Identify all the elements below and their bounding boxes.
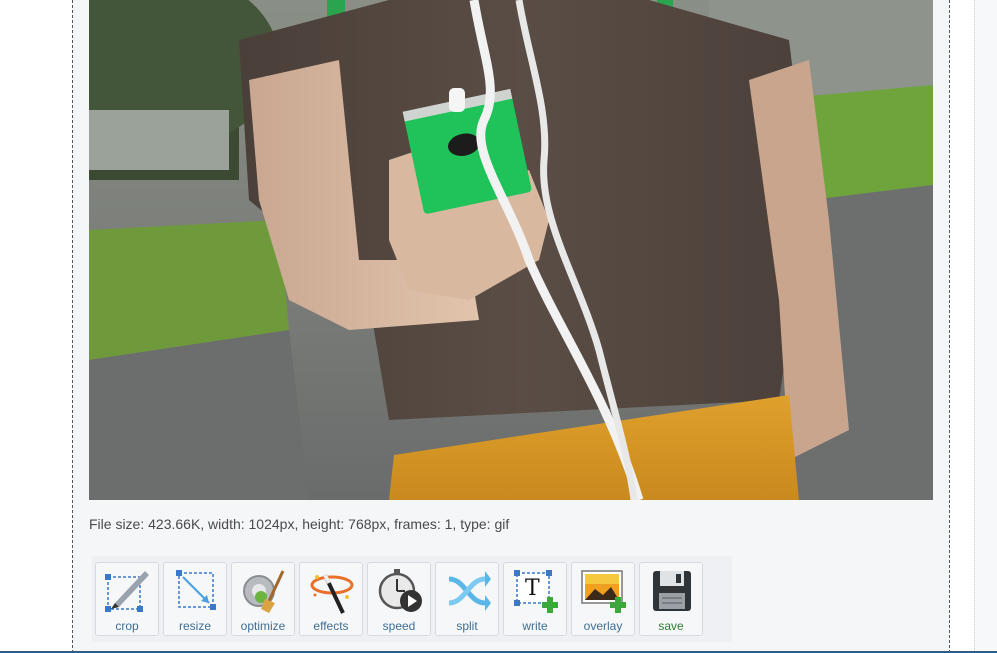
resize-label: resize bbox=[178, 619, 211, 633]
optimize-icon bbox=[239, 567, 289, 615]
svg-text:T: T bbox=[525, 576, 540, 601]
resize-icon bbox=[171, 567, 221, 615]
write-icon: T bbox=[511, 567, 561, 615]
overlay-icon bbox=[579, 567, 629, 615]
tools-toolbar: crop resize optimize effects speed split… bbox=[92, 556, 732, 642]
save-label: save bbox=[658, 619, 684, 633]
right-sidebar-edge bbox=[974, 0, 997, 653]
crop-label: crop bbox=[115, 619, 139, 633]
speed-button[interactable]: speed bbox=[367, 562, 431, 636]
optimize-label: optimize bbox=[240, 619, 286, 633]
effects-icon bbox=[307, 567, 357, 615]
speed-icon bbox=[375, 567, 425, 615]
resize-button[interactable]: resize bbox=[163, 562, 227, 636]
save-icon bbox=[647, 567, 697, 615]
write-label: write bbox=[522, 619, 548, 633]
overlay-button[interactable]: overlay bbox=[571, 562, 635, 636]
overlay-label: overlay bbox=[583, 619, 623, 633]
crop-icon bbox=[103, 567, 153, 615]
split-button[interactable]: split bbox=[435, 562, 499, 636]
write-button[interactable]: T write bbox=[503, 562, 567, 636]
optimize-button[interactable]: optimize bbox=[231, 562, 295, 636]
gif-preview-image bbox=[89, 0, 933, 500]
save-button[interactable]: save bbox=[639, 562, 703, 636]
effects-label: effects bbox=[313, 619, 349, 633]
effects-button[interactable]: effects bbox=[299, 562, 363, 636]
split-label: split bbox=[456, 619, 478, 633]
crop-button[interactable]: crop bbox=[95, 562, 159, 636]
file-info-text: File size: 423.66K, width: 1024px, heigh… bbox=[89, 516, 510, 532]
split-icon bbox=[443, 567, 493, 615]
speed-label: speed bbox=[382, 619, 416, 633]
